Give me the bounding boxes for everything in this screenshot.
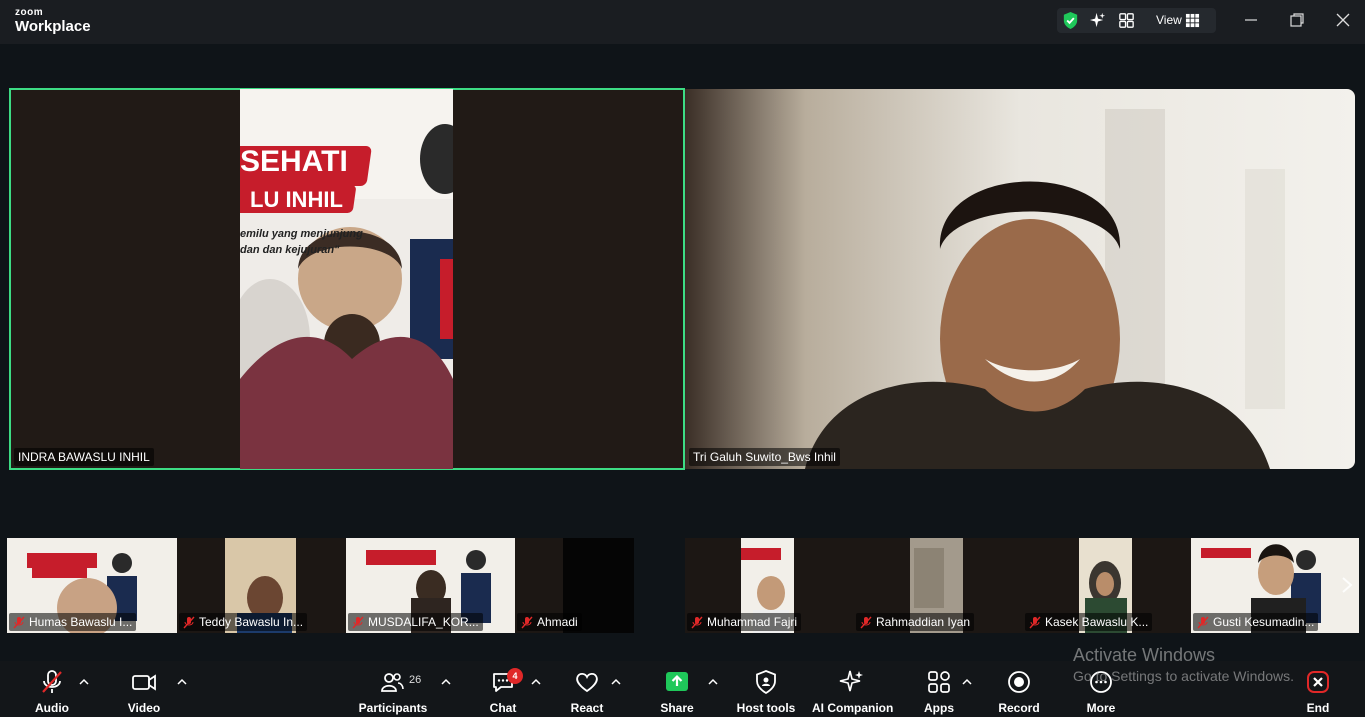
heart-icon (576, 672, 598, 693)
banner-line2: dan dan kejujuran" (240, 244, 340, 256)
end-label: End (1306, 701, 1330, 715)
chevron-right-icon[interactable] (1340, 575, 1354, 595)
host-tools-label: Host tools (736, 701, 796, 715)
zoom-logo: zoom Workplace (15, 8, 91, 36)
host-tools-button[interactable]: Host tools (736, 669, 796, 715)
chat-unread-badge: 4 (507, 668, 523, 684)
mic-muted-icon (183, 616, 195, 628)
brand-small: zoom (15, 7, 44, 18)
participant-video-feed: SEHATI LU INHIL emilu yang menjunjung da… (240, 89, 453, 469)
ai-sparkle-icon (839, 670, 863, 692)
minimize-icon[interactable] (1241, 10, 1261, 30)
react-label: React (570, 701, 604, 715)
banner-line1: emilu yang menjunjung (240, 228, 363, 240)
activate-subtitle: Go to Settings to activate Windows. (1073, 668, 1294, 684)
apps-button[interactable]: Apps (919, 669, 959, 715)
chevron-up-icon[interactable] (441, 677, 451, 687)
video-camera-icon (132, 674, 156, 691)
banner-subtitle: LU INHIL (250, 187, 343, 212)
share-button[interactable]: Share (657, 669, 697, 715)
audio-button[interactable]: Audio (32, 669, 72, 715)
participant-name-tag: Tri Galuh Suwito_Bws Inhil (689, 448, 840, 466)
thumb-rahmaddian-iyan[interactable]: Rahmaddian Iyan (854, 538, 1023, 633)
participants-icon (381, 673, 404, 692)
chevron-up-icon[interactable] (708, 677, 718, 687)
gallery-grid-icon[interactable] (1117, 11, 1136, 30)
mic-muted-icon (860, 616, 872, 628)
apps-grid-icon (928, 671, 950, 693)
mic-muted-icon (352, 616, 364, 628)
video-label: Video (127, 701, 161, 715)
share-screen-icon (666, 672, 688, 691)
windows-activation-watermark: Activate Windows Go to Settings to activ… (1073, 645, 1294, 684)
chevron-up-icon[interactable] (531, 677, 541, 687)
participant-name: Gusti Kesumadin... (1213, 615, 1315, 629)
brand-large: Workplace (15, 18, 91, 35)
participant-video-feed (685, 89, 1355, 469)
participant-name-tag: INDRA BAWASLU INHIL (14, 448, 154, 466)
thumb-humas-bawaslu[interactable]: Humas Bawaslu I... (7, 538, 177, 633)
view-button[interactable]: View (1156, 13, 1182, 27)
mic-muted-icon (1197, 616, 1209, 628)
chevron-up-icon[interactable] (611, 677, 621, 687)
meeting-info-pill: View (1057, 8, 1216, 33)
apps-label: Apps (924, 701, 954, 715)
participant-name: Rahmaddian Iyan (876, 615, 971, 629)
mic-muted-icon (42, 670, 62, 693)
participant-name: MUSDALIFA_KOR... (368, 615, 479, 629)
chevron-up-icon[interactable] (177, 677, 187, 687)
restore-icon[interactable] (1287, 10, 1307, 30)
participant-name: Kasek Bawaslu K... (1045, 615, 1149, 629)
chevron-up-icon[interactable] (962, 677, 972, 687)
participant-name: Muhammad Fajri (707, 615, 798, 629)
thumb-muhammad-fajri[interactable]: Muhammad Fajri (685, 538, 854, 633)
participants-label: Participants (358, 701, 428, 715)
audio-label: Audio (35, 701, 69, 715)
participants-count: 26 (409, 674, 422, 686)
mic-muted-icon (1029, 616, 1041, 628)
end-call-icon (1307, 671, 1329, 693)
participant-name: Ahmadi (537, 615, 578, 629)
title-bar: zoom Workplace View (0, 0, 1365, 44)
participant-name: Teddy Bawaslu In... (199, 615, 304, 629)
share-label: Share (660, 701, 694, 715)
end-meeting-button[interactable]: End (1298, 669, 1338, 715)
activate-title: Activate Windows (1073, 645, 1216, 665)
mic-muted-icon (521, 616, 533, 628)
chevron-up-icon[interactable] (79, 677, 89, 687)
video-button[interactable]: Video (124, 669, 164, 715)
close-icon[interactable] (1333, 10, 1353, 30)
thumb-ahmadi[interactable]: Ahmadi (515, 538, 634, 633)
mic-muted-icon (691, 616, 703, 628)
participant-name: Humas Bawaslu I... (29, 615, 133, 629)
thumb-teddy-bawaslu[interactable]: Teddy Bawaslu In... (177, 538, 346, 633)
chat-label: Chat (489, 701, 517, 715)
react-button[interactable]: React (567, 669, 607, 715)
record-button[interactable]: Record (998, 669, 1040, 715)
thumb-musdalifa[interactable]: MUSDALIFA_KOR... (346, 538, 515, 633)
record-label: Record (998, 701, 1040, 715)
security-shield-icon[interactable] (1061, 11, 1080, 30)
ai-companion-label: AI Companion (812, 701, 894, 715)
video-tile-indra[interactable]: SEHATI LU INHIL emilu yang menjunjung da… (9, 88, 685, 470)
ai-companion-button[interactable]: AI Companion (812, 669, 894, 715)
more-label: More (1086, 701, 1116, 715)
banner-title: SEHATI (240, 145, 348, 178)
view-grid-icon (1185, 13, 1200, 28)
record-icon (1008, 671, 1030, 693)
mic-muted-icon (13, 616, 25, 628)
ai-sparkle-icon[interactable] (1088, 11, 1107, 30)
thumb-kasek-bawaslu[interactable]: Kasek Bawaslu K... (1023, 538, 1191, 633)
video-tile-tri-galuh[interactable]: Tri Galuh Suwito_Bws Inhil (685, 89, 1355, 469)
thumb-gusti-kesumadin[interactable]: Gusti Kesumadin... (1191, 538, 1359, 633)
shield-icon (756, 670, 776, 695)
